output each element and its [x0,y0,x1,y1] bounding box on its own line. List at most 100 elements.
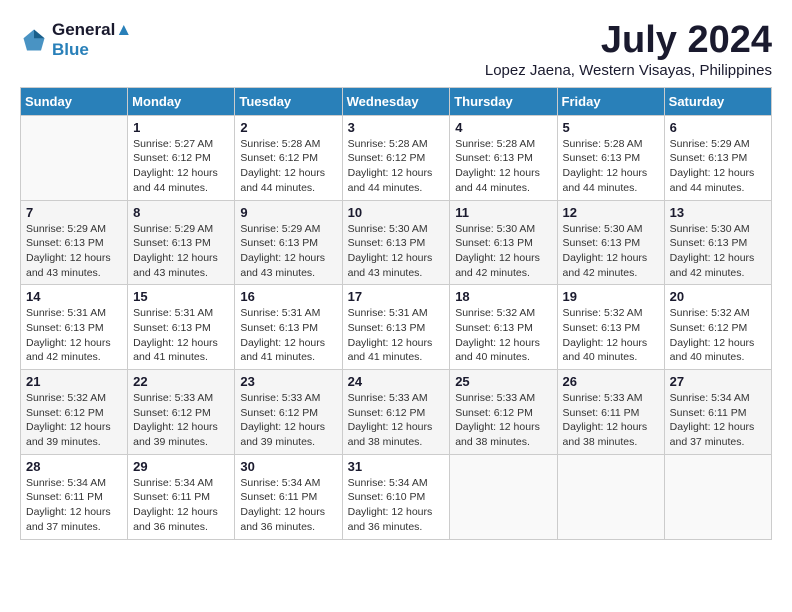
week-row-5: 28 Sunrise: 5:34 AMSunset: 6:11 PMDayligh… [21,454,772,539]
calendar-cell: 22 Sunrise: 5:33 AMSunset: 6:12 PMDayligh… [128,370,235,455]
calendar-cell: 8 Sunrise: 5:29 AMSunset: 6:13 PMDaylight… [128,200,235,285]
subtitle: Lopez Jaena, Western Visayas, Philippine… [485,62,772,79]
day-number: 5 [563,120,659,135]
calendar-cell: 19Sunrise: 5:32 AMSunset: 6:13 PMDayligh… [557,285,664,370]
day-number: 12 [563,205,659,220]
day-detail: Sunrise: 5:34 AMSunset: 6:10 PMDaylight:… [348,476,445,535]
title-area: July 2024 Lopez Jaena, Western Visayas, … [485,20,772,79]
calendar-cell [557,454,664,539]
day-number: 8 [133,205,229,220]
day-detail: Sunrise: 5:30 AMSunset: 6:13 PMDaylight:… [563,222,659,281]
day-number: 27 [670,374,766,389]
calendar-cell [664,454,771,539]
day-number: 29 [133,459,229,474]
day-detail: Sunrise: 5:34 AMSunset: 6:11 PMDaylight:… [26,476,122,535]
logo: General▲ Blue [20,20,132,60]
day-detail: Sunrise: 5:29 AMSunset: 6:13 PMDaylight:… [26,222,122,281]
calendar-cell: 11Sunrise: 5:30 AMSunset: 6:13 PMDayligh… [450,200,557,285]
logo-text: General▲ Blue [52,20,132,60]
day-number: 15 [133,289,229,304]
calendar-cell [450,454,557,539]
calendar-cell: 9Sunrise: 5:29 AMSunset: 6:13 PMDaylight… [235,200,342,285]
day-detail: Sunrise: 5:28 AMSunset: 6:12 PMDaylight:… [240,137,336,196]
day-detail: Sunrise: 5:32 AMSunset: 6:12 PMDaylight:… [26,391,122,450]
header-cell-saturday: Saturday [664,87,771,115]
day-detail: Sunrise: 5:33 AMSunset: 6:12 PMDaylight:… [133,391,229,450]
day-number: 19 [563,289,659,304]
day-number: 14 [26,289,122,304]
day-detail: Sunrise: 5:32 AMSunset: 6:12 PMDaylight:… [670,306,766,365]
calendar-table: SundayMondayTuesdayWednesdayThursdayFrid… [20,87,772,540]
calendar-cell: 21Sunrise: 5:32 AMSunset: 6:12 PMDayligh… [21,370,128,455]
day-detail: Sunrise: 5:29 AMSunset: 6:13 PMDaylight:… [240,222,336,281]
day-detail: Sunrise: 5:28 AMSunset: 6:13 PMDaylight:… [563,137,659,196]
main-title: July 2024 [485,20,772,62]
day-number: 17 [348,289,445,304]
day-number: 30 [240,459,336,474]
header-row: SundayMondayTuesdayWednesdayThursdayFrid… [21,87,772,115]
calendar-cell: 1 Sunrise: 5:27 AMSunset: 6:12 PMDaylight… [128,115,235,200]
calendar-cell: 20 Sunrise: 5:32 AMSunset: 6:12 PMDayligh… [664,285,771,370]
day-number: 20 [670,289,766,304]
day-number: 16 [240,289,336,304]
day-number: 25 [455,374,551,389]
day-number: 4 [455,120,551,135]
calendar-cell: 17 Sunrise: 5:31 AMSunset: 6:13 PMDayligh… [342,285,450,370]
day-detail: Sunrise: 5:30 AMSunset: 6:13 PMDaylight:… [348,222,445,281]
day-detail: Sunrise: 5:29 AMSunset: 6:13 PMDaylight:… [133,222,229,281]
day-number: 6 [670,120,766,135]
day-number: 10 [348,205,445,220]
calendar-cell: 24Sunrise: 5:33 AMSunset: 6:12 PMDayligh… [342,370,450,455]
calendar-cell: 26 Sunrise: 5:33 AMSunset: 6:11 PMDayligh… [557,370,664,455]
day-detail: Sunrise: 5:33 AMSunset: 6:12 PMDaylight:… [455,391,551,450]
day-number: 28 [26,459,122,474]
calendar-cell: 31 Sunrise: 5:34 AMSunset: 6:10 PMDayligh… [342,454,450,539]
calendar-cell: 25 Sunrise: 5:33 AMSunset: 6:12 PMDayligh… [450,370,557,455]
calendar-cell [21,115,128,200]
day-detail: Sunrise: 5:34 AMSunset: 6:11 PMDaylight:… [240,476,336,535]
day-detail: Sunrise: 5:31 AMSunset: 6:13 PMDaylight:… [348,306,445,365]
day-detail: Sunrise: 5:32 AMSunset: 6:13 PMDaylight:… [455,306,551,365]
calendar-cell: 13 Sunrise: 5:30 AMSunset: 6:13 PMDayligh… [664,200,771,285]
day-number: 3 [348,120,445,135]
day-number: 13 [670,205,766,220]
day-detail: Sunrise: 5:34 AMSunset: 6:11 PMDaylight:… [670,391,766,450]
day-number: 22 [133,374,229,389]
day-number: 23 [240,374,336,389]
calendar-cell: 16 Sunrise: 5:31 AMSunset: 6:13 PMDayligh… [235,285,342,370]
day-number: 18 [455,289,551,304]
day-number: 7 [26,205,122,220]
day-detail: Sunrise: 5:31 AMSunset: 6:13 PMDaylight:… [240,306,336,365]
calendar-cell: 29 Sunrise: 5:34 AMSunset: 6:11 PMDayligh… [128,454,235,539]
day-number: 11 [455,205,551,220]
calendar-cell: 12 Sunrise: 5:30 AMSunset: 6:13 PMDayligh… [557,200,664,285]
day-detail: Sunrise: 5:34 AMSunset: 6:11 PMDaylight:… [133,476,229,535]
logo-icon [20,26,48,54]
calendar-cell: 30 Sunrise: 5:34 AMSunset: 6:11 PMDayligh… [235,454,342,539]
calendar-cell: 10 Sunrise: 5:30 AMSunset: 6:13 PMDayligh… [342,200,450,285]
calendar-cell: 28 Sunrise: 5:34 AMSunset: 6:11 PMDayligh… [21,454,128,539]
day-number: 24 [348,374,445,389]
day-number: 2 [240,120,336,135]
day-number: 26 [563,374,659,389]
day-number: 1 [133,120,229,135]
week-row-3: 14 Sunrise: 5:31 AMSunset: 6:13 PMDayligh… [21,285,772,370]
calendar-cell: 4Sunrise: 5:28 AMSunset: 6:13 PMDaylight… [450,115,557,200]
calendar-cell: 2 Sunrise: 5:28 AMSunset: 6:12 PMDaylight… [235,115,342,200]
header: General▲ Blue July 2024 Lopez Jaena, Wes… [20,20,772,79]
day-detail: Sunrise: 5:29 AMSunset: 6:13 PMDaylight:… [670,137,766,196]
day-detail: Sunrise: 5:30 AMSunset: 6:13 PMDaylight:… [670,222,766,281]
day-detail: Sunrise: 5:31 AMSunset: 6:13 PMDaylight:… [133,306,229,365]
day-detail: Sunrise: 5:27 AMSunset: 6:12 PMDaylight:… [133,137,229,196]
header-cell-wednesday: Wednesday [342,87,450,115]
day-number: 31 [348,459,445,474]
calendar-cell: 18 Sunrise: 5:32 AMSunset: 6:13 PMDayligh… [450,285,557,370]
header-cell-thursday: Thursday [450,87,557,115]
day-detail: Sunrise: 5:33 AMSunset: 6:11 PMDaylight:… [563,391,659,450]
day-detail: Sunrise: 5:31 AMSunset: 6:13 PMDaylight:… [26,306,122,365]
week-row-4: 21Sunrise: 5:32 AMSunset: 6:12 PMDayligh… [21,370,772,455]
day-detail: Sunrise: 5:28 AMSunset: 6:12 PMDaylight:… [348,137,445,196]
header-cell-tuesday: Tuesday [235,87,342,115]
day-detail: Sunrise: 5:33 AMSunset: 6:12 PMDaylight:… [240,391,336,450]
calendar-cell: 6 Sunrise: 5:29 AMSunset: 6:13 PMDaylight… [664,115,771,200]
